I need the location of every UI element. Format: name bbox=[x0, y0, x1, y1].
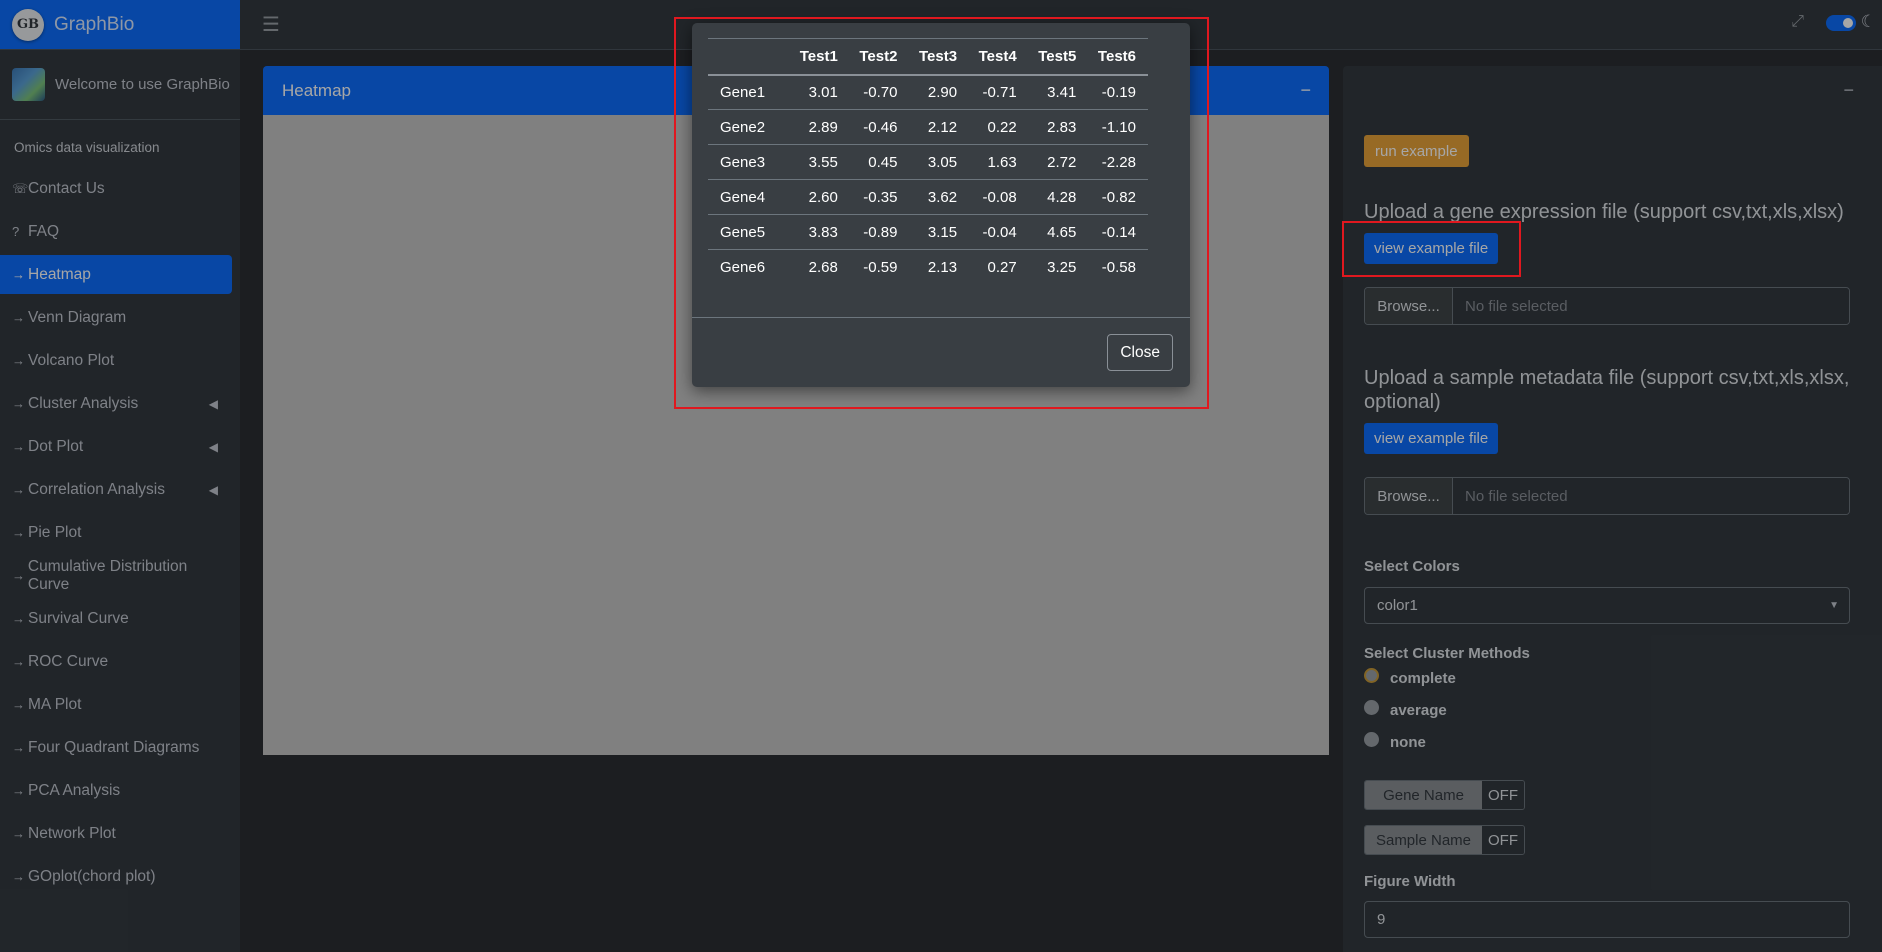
highlight-box-modal bbox=[674, 17, 1209, 409]
highlight-box-example-button bbox=[1342, 221, 1521, 277]
